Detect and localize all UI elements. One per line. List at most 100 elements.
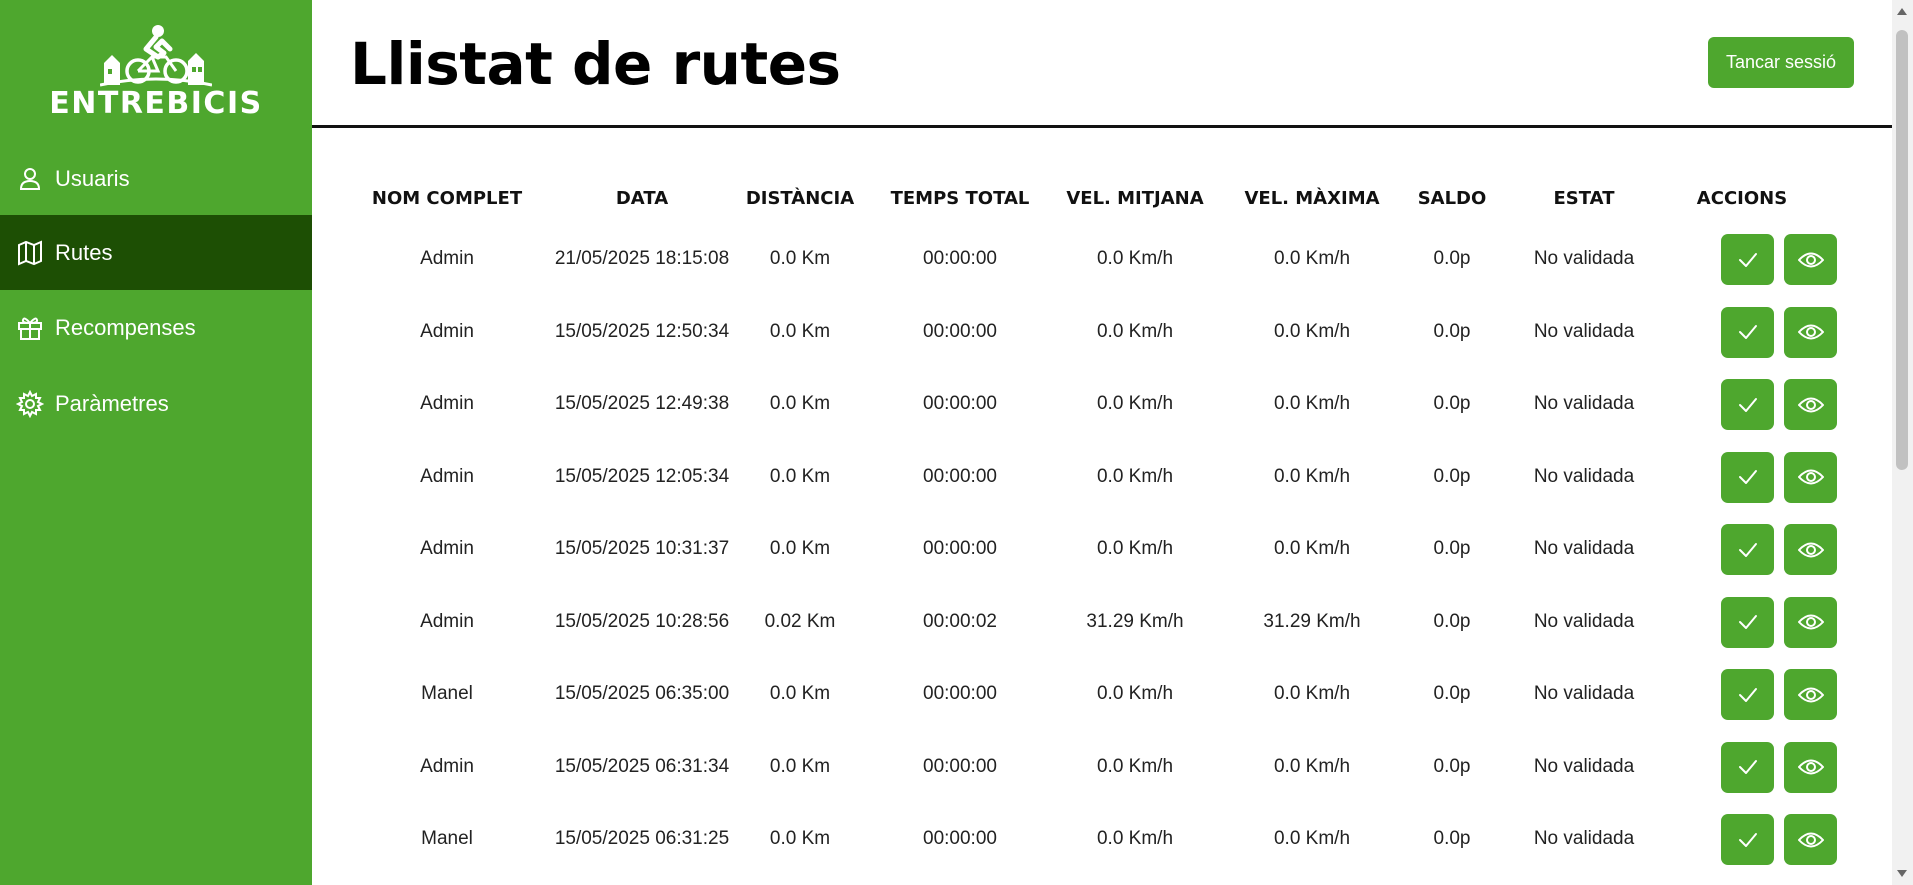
cell-distancia: 0.0 Km <box>769 683 831 704</box>
cell-estat: No validada <box>1533 393 1635 414</box>
cell-vel-mitjana: 31.29 Km/h <box>1086 610 1184 632</box>
column-header-vel-maxima: VEL. MÀXIMA <box>1244 188 1380 209</box>
user-icon <box>19 168 41 190</box>
cell-distancia: 0.0 Km <box>769 755 831 777</box>
cell-data: 15/05/2025 10:28:56 <box>554 610 730 632</box>
cell-data: 15/05/2025 12:49:38 <box>554 393 730 414</box>
cell-vel-mitjana: 0.0 Km/h <box>1096 683 1174 704</box>
scroll-thumb[interactable] <box>1896 30 1908 470</box>
brand-name: ENTREBICIS <box>49 86 263 121</box>
eye-icon <box>1797 324 1824 340</box>
cell-saldo: 0.0p <box>1433 610 1471 632</box>
gift-icon <box>18 317 42 340</box>
cell-saldo: 0.0p <box>1433 755 1471 777</box>
cell-vel-mitjana: 0.0 Km/h <box>1096 828 1174 849</box>
check-icon <box>1738 832 1757 847</box>
page-title: Llistat de rutes <box>350 30 841 98</box>
cell-vel-maxima: 0.0 Km/h <box>1273 320 1351 342</box>
cell-distancia: 0.0 Km <box>769 320 831 342</box>
logout-button[interactable]: Tancar sessió <box>1708 37 1854 88</box>
validate-button[interactable] <box>1721 234 1774 285</box>
cell-nom: Manel <box>421 683 473 704</box>
cell-vel-mitjana: 0.0 Km/h <box>1096 393 1174 414</box>
sidebar-item-parametres[interactable]: Paràmetres <box>0 366 312 441</box>
check-icon <box>1738 252 1757 267</box>
cell-temps: 00:00:00 <box>923 538 997 559</box>
cell-nom: Admin <box>420 538 474 559</box>
cell-vel-mitjana: 0.0 Km/h <box>1096 465 1174 487</box>
page-scrollbar[interactable] <box>1892 0 1913 885</box>
validate-button[interactable] <box>1721 669 1774 720</box>
cell-nom: Manel <box>421 828 473 849</box>
cell-temps: 00:00:00 <box>923 683 997 704</box>
eye-icon <box>1797 759 1824 775</box>
cell-data: 21/05/2025 18:15:08 <box>554 248 730 269</box>
sidebar-item-recompenses[interactable]: Recompenses <box>0 290 312 365</box>
eye-icon <box>1797 397 1824 412</box>
cell-estat: No validada <box>1533 465 1635 487</box>
cell-nom: Admin <box>420 393 474 414</box>
check-icon <box>1738 760 1757 774</box>
cell-data: 15/05/2025 06:35:00 <box>554 683 730 704</box>
cell-data: 15/05/2025 10:31:37 <box>554 538 730 559</box>
cell-vel-maxima: 0.0 Km/h <box>1273 465 1351 487</box>
cell-temps: 00:00:00 <box>923 393 997 414</box>
cell-estat: No validada <box>1533 320 1635 342</box>
cell-vel-maxima: 0.0 Km/h <box>1273 828 1351 849</box>
validate-button[interactable] <box>1721 379 1774 430</box>
cell-distancia: 0.0 Km <box>769 465 831 487</box>
column-header-data: DATA <box>615 188 669 209</box>
view-button[interactable] <box>1784 669 1837 720</box>
eye-icon <box>1797 832 1824 847</box>
view-button[interactable] <box>1784 306 1837 358</box>
cell-distancia: 0.0 Km <box>769 393 831 414</box>
cell-distancia: 0.0 Km <box>769 538 831 559</box>
cell-estat: No validada <box>1533 828 1635 849</box>
map-icon <box>18 240 42 266</box>
scroll-up-icon[interactable] <box>1897 8 1907 15</box>
cell-vel-mitjana: 0.0 Km/h <box>1096 538 1174 559</box>
check-icon <box>1738 687 1757 702</box>
view-button[interactable] <box>1784 451 1837 503</box>
eye-icon <box>1797 687 1824 702</box>
validate-button[interactable] <box>1721 596 1774 648</box>
validate-button[interactable] <box>1721 451 1774 503</box>
validate-button[interactable] <box>1721 306 1774 358</box>
cell-distancia: 0.0 Km <box>769 828 831 849</box>
sidebar-item-rutes[interactable]: Rutes <box>0 215 312 290</box>
sidebar-item-usuaris[interactable]: Usuaris <box>0 141 312 216</box>
validate-button[interactable] <box>1721 524 1774 575</box>
cell-nom: Admin <box>420 320 474 342</box>
cell-nom: Admin <box>420 610 474 632</box>
view-button[interactable] <box>1784 596 1837 648</box>
routes-table: NOM COMPLET DATA DISTÀNCIA TEMPS TOTAL V… <box>312 128 1892 885</box>
view-button[interactable] <box>1784 814 1837 865</box>
validate-button[interactable] <box>1721 814 1774 865</box>
validate-button[interactable] <box>1721 741 1774 793</box>
column-header-nom: NOM COMPLET <box>371 188 523 209</box>
sidebar-item-label: Paràmetres <box>55 391 169 416</box>
check-icon <box>1738 615 1757 629</box>
eye-icon <box>1797 614 1824 630</box>
view-button[interactable] <box>1784 234 1837 285</box>
cell-distancia: 0.0 Km <box>769 248 831 269</box>
sidebar-item-label: Usuaris <box>55 166 130 191</box>
gear-icon <box>16 390 44 418</box>
column-header-saldo: SALDO <box>1417 188 1487 209</box>
cell-temps: 00:00:00 <box>923 248 997 269</box>
cell-nom: Admin <box>420 248 474 269</box>
eye-icon <box>1797 542 1824 557</box>
check-icon <box>1738 542 1757 557</box>
cyclist-logo-icon <box>100 25 212 87</box>
cell-vel-maxima: 31.29 Km/h <box>1263 610 1361 632</box>
cell-saldo: 0.0p <box>1433 320 1471 342</box>
column-header-distancia: DISTÀNCIA <box>745 188 855 209</box>
sidebar: ENTREBICIS Usuaris Rutes Recompenses Par… <box>0 0 312 885</box>
brand-logo[interactable]: ENTREBICIS <box>0 18 312 130</box>
cell-estat: No validada <box>1533 248 1635 269</box>
scroll-down-icon[interactable] <box>1897 870 1907 877</box>
view-button[interactable] <box>1784 379 1837 430</box>
view-button[interactable] <box>1784 524 1837 575</box>
cell-saldo: 0.0p <box>1433 465 1471 487</box>
view-button[interactable] <box>1784 741 1837 793</box>
